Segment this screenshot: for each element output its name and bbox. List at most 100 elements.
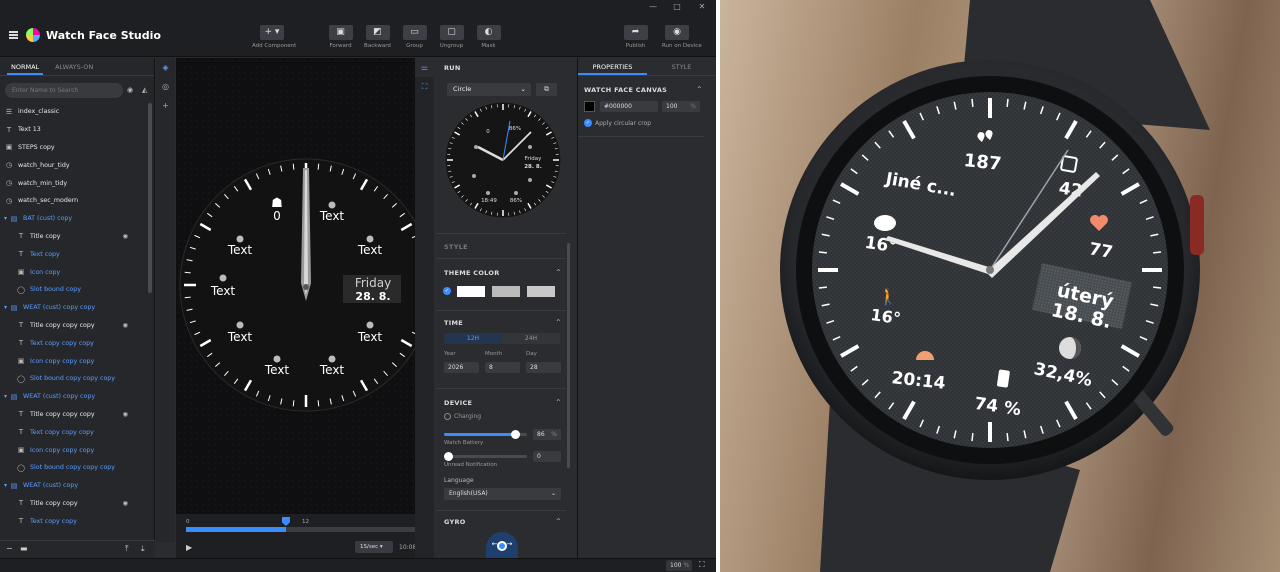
preview-icon[interactable]: ◎ [156,77,175,96]
maximize-button[interactable]: □ [672,2,682,12]
move-down-icon[interactable]: ⤓ [141,544,145,554]
layer-row[interactable]: ◷ watch_hour_tidy [0,156,150,174]
layer-row[interactable]: ◯ Slot bound copy copy copy [0,459,150,477]
tab-style[interactable]: STYLE [647,58,716,75]
layer-row[interactable]: ◷ watch_sec_modern [0,192,150,210]
group-button[interactable]: ▭ Group [402,25,427,49]
move-up-icon[interactable]: ⤒ [125,544,129,554]
layer-row[interactable]: ▣ Icon copy [0,263,150,281]
lock-icon[interactable]: ◭ [142,86,147,94]
ungroup-button[interactable]: ▢ Ungroup [439,25,464,49]
play-icon[interactable]: ▶ [186,543,192,552]
tab-properties[interactable]: PROPERTIES [578,58,647,75]
expand-caret-icon[interactable]: ▾ [4,482,7,489]
notification-input[interactable]: 0 [533,451,561,462]
layer-row[interactable]: T Title copy ◉ [0,228,150,246]
timeline-playhead[interactable] [281,517,290,526]
gyro-control[interactable]: ← → [486,532,518,558]
hand-pivot [303,284,309,290]
layer-row[interactable]: ☰ index_classic [0,103,150,121]
speed-select[interactable]: 1S/sec ▾ [355,541,393,553]
notification-slider-thumb[interactable] [444,452,453,461]
publish-button[interactable]: ➦ Publish [623,25,648,49]
theme-swatch[interactable] [492,286,520,297]
timeline-track[interactable] [186,527,424,532]
hidden-eye-icon[interactable]: ◉ [123,322,129,329]
expand-caret-icon[interactable]: ▾ [4,393,7,400]
design-canvas[interactable]: Text Text Text Text Text Text Text Text … [176,58,433,514]
color-hex-input[interactable]: #000000 [600,101,658,112]
color-swatch[interactable] [584,101,595,112]
notification-slider[interactable] [444,455,527,458]
battery-input[interactable]: 86% [533,429,561,440]
run-settings-icon[interactable]: ⚌ [415,58,434,77]
close-button[interactable]: ✕ [697,2,707,12]
mode-12h-button[interactable]: 12H [444,333,502,344]
folder-icon[interactable]: ▬ [20,544,28,553]
fit-screen-icon[interactable]: ⛶ [699,560,705,570]
language-select[interactable]: English(USA) ⌄ [444,488,561,500]
tab-always-on[interactable]: ALWAYS-ON [51,58,97,75]
minimize-button[interactable]: — [648,2,658,12]
shape-value: Circle [453,85,472,93]
collapse-icon[interactable]: ⌃ [555,318,562,327]
layers-icon[interactable]: ◈ [156,58,175,77]
year-input[interactable]: 2026 [444,362,479,373]
hidden-eye-icon[interactable]: ◉ [123,233,129,240]
layer-row[interactable]: ▾ ▤ BAT (cust) copy [0,210,150,228]
hidden-eye-icon[interactable]: ◉ [123,500,129,507]
backward-button[interactable]: ◩ Backward [364,25,391,49]
layer-row[interactable]: ▣ Icon copy copy copy [0,441,150,459]
layer-row[interactable]: ◷ watch_min_tidy [0,174,150,192]
crop-checkbox[interactable]: ✓ [584,119,592,127]
opacity-input[interactable]: 100% [662,101,700,112]
layer-row[interactable]: T Text copy [0,245,150,263]
layer-row[interactable]: T Text copy copy [0,512,150,530]
layer-row[interactable]: ▣ Icon copy copy copy [0,352,150,370]
layer-row[interactable]: T Title copy copy ◉ [0,495,150,513]
remove-icon[interactable]: − [6,544,13,553]
layer-row[interactable]: ▾ ▤ WEAT (cust) copy copy [0,299,150,317]
layer-row[interactable]: T Text copy copy copy [0,334,150,352]
run-on-device-button[interactable]: ◉ Run on Device [662,25,702,49]
battery-slider-thumb[interactable] [511,430,521,439]
charging-radio[interactable] [444,413,451,420]
mode-24h-button[interactable]: 24H [502,333,560,344]
layer-row[interactable]: ▾ ▤ WEAT (cust) copy [0,477,150,495]
expand-caret-icon[interactable]: ▾ [4,304,7,311]
collapse-icon[interactable]: ⌃ [555,268,562,277]
collapse-icon[interactable]: ⌃ [696,85,703,94]
layer-row[interactable]: ◯ Slot bound copy [0,281,150,299]
add-component-button[interactable]: + ▾ Add Component [252,25,296,49]
shape-select[interactable]: Circle ⌄ [447,83,531,96]
collapse-icon[interactable]: ⌃ [555,517,562,526]
preview-steps: 0 [486,129,490,135]
add-icon[interactable]: + [156,96,175,115]
layer-row[interactable]: T Title copy copy copy ◉ [0,317,150,335]
layer-row[interactable]: T Text copy copy copy [0,423,150,441]
forward-button[interactable]: ▣ Forward [328,25,353,49]
search-input[interactable]: Enter Name to Search [5,83,123,98]
checkmark-icon[interactable]: ✓ [443,287,451,295]
hidden-eye-icon[interactable]: ◉ [123,411,129,418]
run-scrollbar[interactable] [567,243,570,468]
run-preview-icon[interactable]: ⛶ [415,77,434,96]
theme-swatch[interactable] [527,286,555,297]
open-external-icon[interactable]: ⧉ [536,83,557,96]
month-input[interactable]: 8 [485,362,520,373]
layer-scrollbar[interactable] [148,103,152,293]
layer-row[interactable]: ◯ Slot bound copy copy copy [0,370,150,388]
day-input[interactable]: 28 [526,362,561,373]
visibility-icon[interactable]: ◉ [127,86,133,94]
layer-row[interactable]: T Text 13 [0,121,150,139]
hamburger-menu-icon[interactable] [9,31,18,39]
zoom-input[interactable]: 100% [666,560,692,571]
layer-row[interactable]: ▣ STEPS copy [0,139,150,157]
collapse-icon[interactable]: ⌃ [555,398,562,407]
layer-row[interactable]: T Title copy copy copy ◉ [0,406,150,424]
layer-row[interactable]: ▾ ▤ WEAT (cust) copy copy [0,388,150,406]
mask-button[interactable]: ◐ Mask [476,25,501,49]
tab-normal[interactable]: NORMAL [7,58,44,75]
expand-caret-icon[interactable]: ▾ [4,215,7,222]
theme-swatch[interactable] [457,286,485,297]
